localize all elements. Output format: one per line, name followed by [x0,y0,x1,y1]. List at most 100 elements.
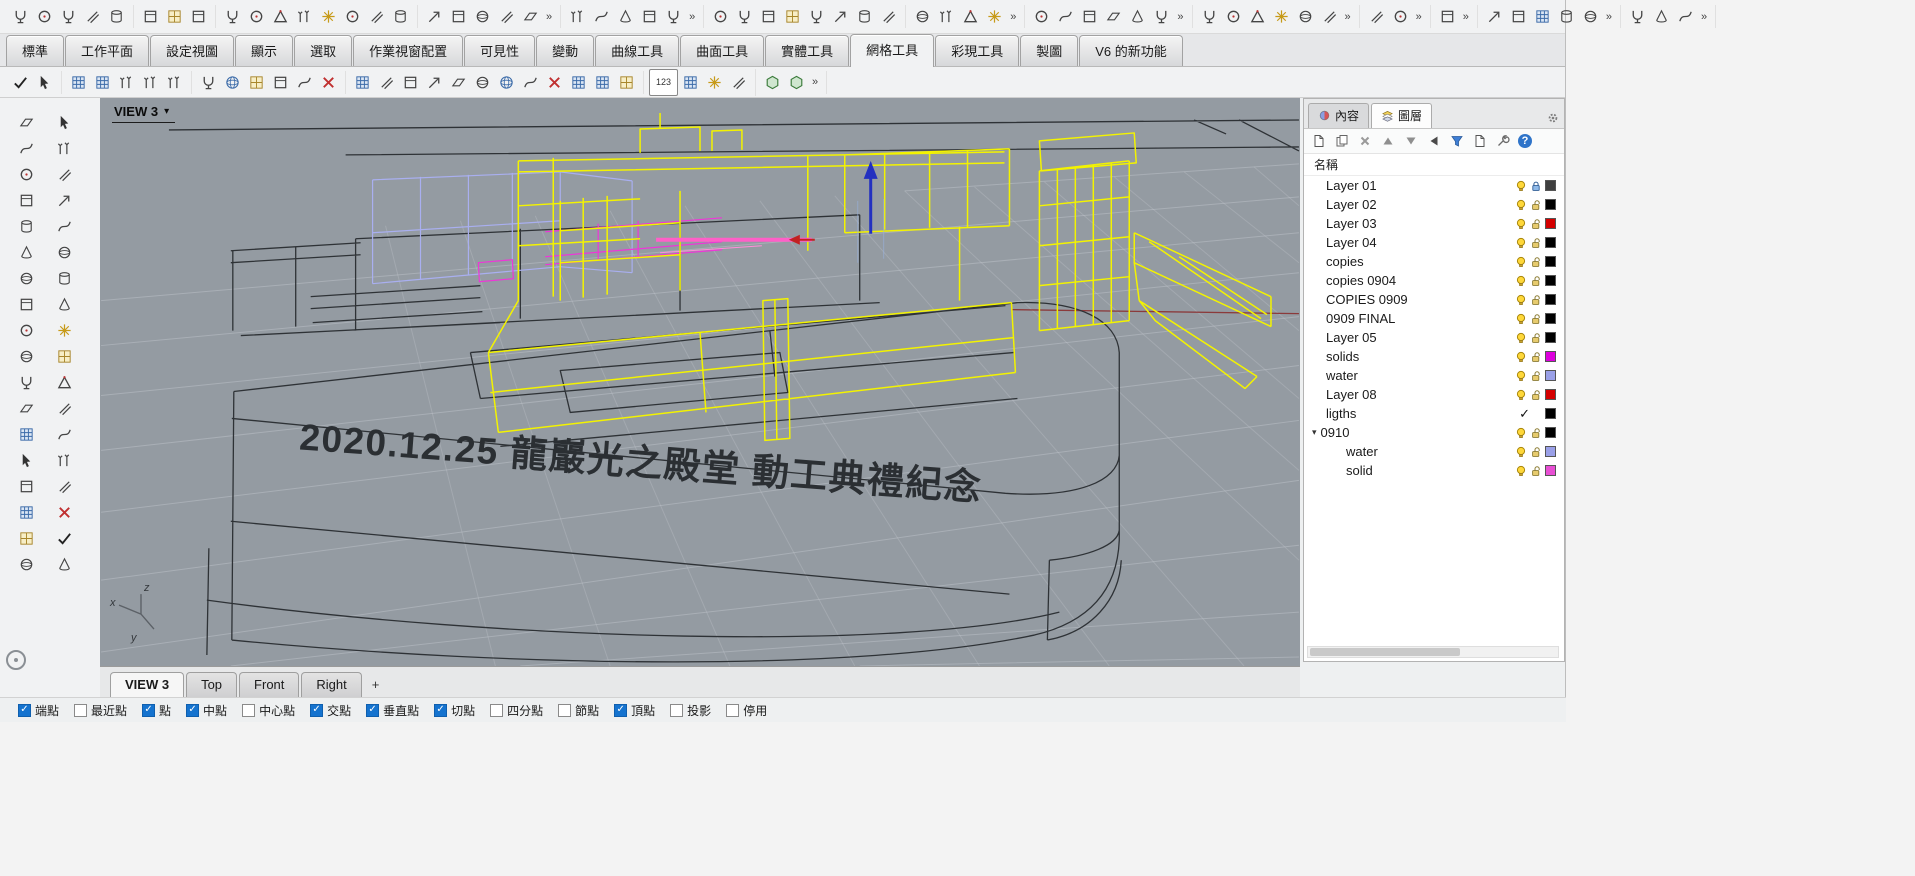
sidebar-tool-icon[interactable] [12,136,40,160]
toolbar-icon[interactable] [1436,5,1459,28]
layer-visibility-bulb-icon[interactable] [1515,370,1527,382]
toolbar-icon[interactable] [269,5,292,28]
toolbar-icon[interactable] [1054,5,1077,28]
layer-visibility-bulb-icon[interactable] [1515,446,1527,458]
layer-visibility-bulb-icon[interactable] [1515,313,1527,325]
sidebar-tool-icon[interactable] [50,240,78,264]
tab-properties[interactable]: 內容 [1308,103,1369,128]
layer-row[interactable]: water [1304,366,1564,385]
toolbar-icon[interactable] [1531,5,1554,28]
layer-lock-icon[interactable] [1530,237,1542,249]
ribbon-tab[interactable]: V6 的新功能 [1079,35,1183,66]
toolbar-icon[interactable] [733,5,756,28]
layer-visibility-bulb-icon[interactable] [1515,351,1527,363]
ribbon-tab-active[interactable]: 網格工具 [850,34,934,67]
toolbar-icon[interactable] [341,5,364,28]
toolbar-icon[interactable] [81,5,104,28]
toolbar-overflow-chevron[interactable]: » [1177,11,1183,23]
layer-row[interactable]: Layer 05 [1304,328,1564,347]
toolbar-icon[interactable] [1222,5,1245,28]
toolbar-icon[interactable] [269,71,292,94]
layer-color-swatch[interactable] [1545,256,1556,267]
sidebar-tool-icon[interactable] [50,500,78,524]
layer-lock-icon[interactable] [1530,218,1542,230]
layer-row[interactable]: COPIES 0909 [1304,290,1564,309]
new-sublayer-button[interactable] [1334,133,1350,149]
sidebar-tool-icon[interactable] [50,396,78,420]
toolbar-icon[interactable] [351,71,374,94]
sidebar-tool-icon[interactable] [12,162,40,186]
layer-lock-icon[interactable] [1530,370,1542,382]
layer-color-swatch[interactable] [1545,446,1556,457]
sidebar-tool-icon[interactable] [50,292,78,316]
toolbar-icon[interactable] [877,5,900,28]
help-button[interactable]: ? [1518,134,1532,148]
toolbar-icon[interactable] [703,71,726,94]
toolbar-icon[interactable] [139,5,162,28]
layer-color-swatch[interactable] [1545,408,1556,419]
layer-lock-icon[interactable] [1530,332,1542,344]
sidebar-tool-icon[interactable] [50,110,78,134]
osnap-item[interactable]: 節點 [558,702,599,719]
sidebar-tool-icon[interactable] [50,214,78,238]
delete-layer-button[interactable] [1357,133,1373,149]
osnap-item[interactable]: 端點 [18,702,59,719]
toolbar-icon[interactable] [163,5,186,28]
toolbar-icon[interactable] [727,71,750,94]
osnap-checkbox[interactable] [558,704,571,717]
layer-lock-icon[interactable] [1530,446,1542,458]
layer-color-swatch[interactable] [1545,180,1556,191]
sidebar-info-icon[interactable] [6,650,26,670]
layer-color-swatch[interactable] [1545,313,1556,324]
toolbar-icon[interactable] [389,5,412,28]
ribbon-tab[interactable]: 設定視圖 [150,35,234,66]
layer-lock-icon[interactable] [1530,313,1542,325]
layer-color-swatch[interactable] [1545,389,1556,400]
sidebar-tool-icon[interactable] [50,448,78,472]
layer-visibility-bulb-icon[interactable] [1515,237,1527,249]
layer-visibility-bulb-icon[interactable] [1515,427,1527,439]
sidebar-tool-icon[interactable] [50,552,78,576]
osnap-item[interactable]: 交點 [310,702,351,719]
chevron-down-icon[interactable]: ▾ [164,106,169,117]
osnap-checkbox[interactable] [670,704,683,717]
osnap-checkbox[interactable] [366,704,379,717]
layer-row-child[interactable]: water [1304,442,1564,461]
sidebar-tool-icon[interactable] [12,292,40,316]
toolbar-icon[interactable] [1078,5,1101,28]
toolbar-icon[interactable] [1507,5,1530,28]
osnap-item[interactable]: 停用 [726,702,767,719]
sidebar-tool-icon[interactable] [50,266,78,290]
toolbar-icon[interactable] [757,5,780,28]
ribbon-tab[interactable]: 曲面工具 [680,35,764,66]
layer-visibility-bulb-icon[interactable] [1515,389,1527,401]
sidebar-tool-icon[interactable] [50,188,78,212]
sidebar-tool-icon[interactable] [50,370,78,394]
toolbar-overflow-chevron[interactable]: » [1701,11,1707,23]
sidebar-tool-icon[interactable] [50,422,78,446]
layer-color-swatch[interactable] [1545,332,1556,343]
layer-row[interactable]: Layer 03 [1304,214,1564,233]
toolbar-icon[interactable] [911,5,934,28]
toolbar-icon[interactable] [221,71,244,94]
toolbar-icon[interactable] [399,71,422,94]
layer-color-swatch[interactable] [1545,199,1556,210]
sidebar-tool-icon[interactable] [12,344,40,368]
scrollbar-thumb[interactable] [1310,648,1460,656]
layer-lock-icon[interactable] [1530,465,1542,477]
toolbar-overflow-chevron[interactable]: » [1010,11,1016,23]
layer-row-current[interactable]: ligths ✓ [1304,404,1564,423]
sidebar-tool-icon[interactable] [50,162,78,186]
osnap-item[interactable]: 切點 [434,702,475,719]
toolbar-icon[interactable] [1030,5,1053,28]
layer-row[interactable]: Layer 08 [1304,385,1564,404]
toolbar-icon[interactable] [615,71,638,94]
sidebar-tool-icon[interactable] [50,474,78,498]
sidebar-tool-icon[interactable] [12,370,40,394]
toolbar-icon[interactable] [67,71,90,94]
toolbar-icon[interactable] [187,5,210,28]
layer-lock-icon[interactable] [1530,199,1542,211]
toolbar-icon[interactable] [317,71,340,94]
sidebar-tool-icon[interactable] [50,344,78,368]
toolbar-icon[interactable] [805,5,828,28]
